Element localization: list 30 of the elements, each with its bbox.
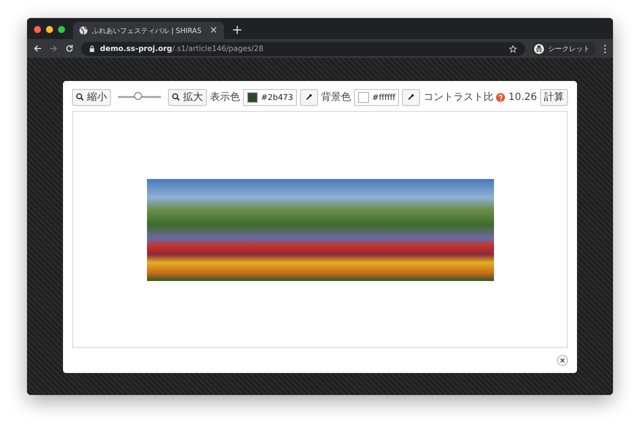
background-color-label: 背景色 (321, 90, 352, 104)
star-icon[interactable] (509, 44, 517, 52)
eyedropper-icon (407, 93, 416, 101)
new-tab-button[interactable]: + (224, 24, 243, 39)
close-tab-button[interactable]: × (209, 26, 218, 36)
search-icon (76, 93, 84, 101)
eyedropper-button[interactable] (300, 88, 318, 106)
globe-icon (79, 26, 88, 35)
contrast-ratio-label: コントラスト比 (423, 90, 494, 104)
forward-arrow-icon[interactable] (49, 44, 58, 53)
search-icon (172, 93, 180, 101)
eyedropper-button[interactable] (402, 88, 420, 106)
close-window-icon[interactable] (34, 26, 41, 33)
reload-icon[interactable] (65, 44, 74, 53)
back-arrow-icon[interactable] (33, 44, 42, 53)
zoom-out-button[interactable]: 縮小 (72, 88, 111, 106)
zoom-in-button[interactable]: 拡大 (168, 88, 207, 106)
foreground-color-label: 表示色 (210, 90, 240, 104)
minimize-window-icon[interactable] (46, 26, 53, 33)
close-icon[interactable] (557, 355, 568, 366)
incognito-icon (534, 44, 544, 54)
maximize-window-icon[interactable] (58, 26, 65, 33)
foreground-color-field[interactable]: #2b473 (242, 88, 298, 106)
eyedropper-icon (305, 93, 314, 101)
lock-icon (89, 44, 95, 52)
contrast-ratio-value: 10.26 (508, 92, 537, 102)
help-icon (496, 92, 506, 102)
menu-icon[interactable] (603, 44, 607, 54)
calculate-button[interactable]: 計算 (540, 88, 568, 106)
background-color-field[interactable]: #ffffff (354, 88, 400, 106)
